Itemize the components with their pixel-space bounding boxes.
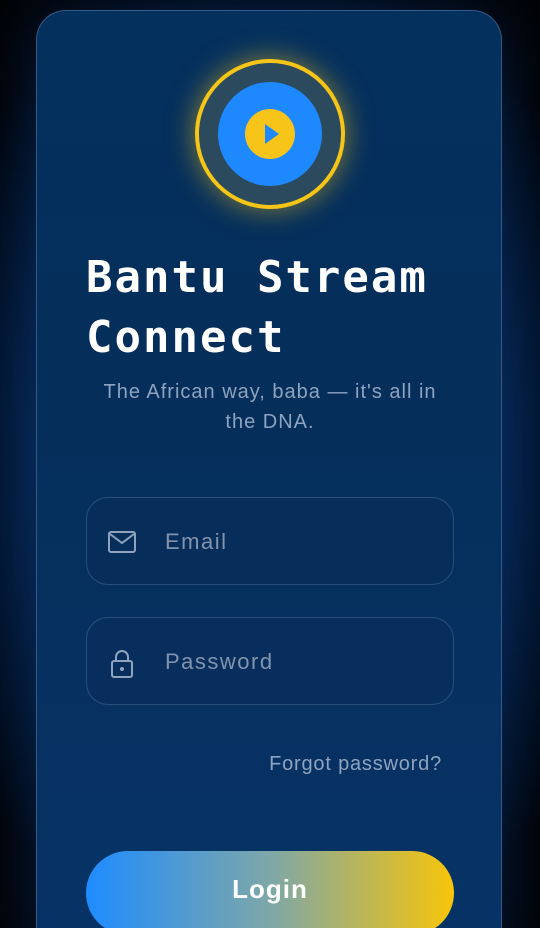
mail-icon bbox=[107, 528, 137, 558]
password-field[interactable] bbox=[86, 617, 454, 705]
forgot-password-link[interactable]: Forgot password? bbox=[269, 753, 442, 776]
login-button[interactable]: Login bbox=[86, 851, 454, 928]
app-tagline: The African way, baba — it's all in the … bbox=[103, 381, 437, 433]
email-input[interactable] bbox=[165, 520, 435, 564]
email-field[interactable] bbox=[86, 497, 454, 585]
play-icon bbox=[245, 109, 295, 159]
lock-icon bbox=[107, 648, 137, 678]
app-title: Bantu Stream Connect bbox=[86, 252, 428, 363]
password-input[interactable] bbox=[165, 640, 435, 684]
